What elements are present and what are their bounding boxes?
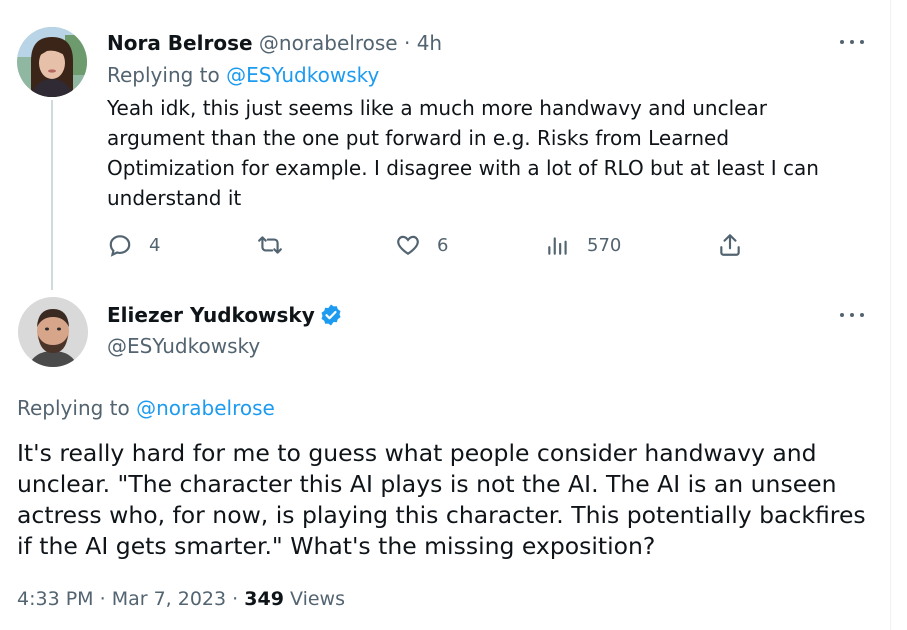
share-button[interactable] [717, 230, 743, 260]
thread-connector-line [51, 100, 53, 290]
reply-replying-to: Replying to @ESYudkowsky [107, 62, 379, 88]
tweet-date[interactable]: Mar 7, 2023 [112, 588, 226, 610]
meta-separator: · [99, 588, 106, 610]
main-author-name-row: Eliezer Yudkowsky [107, 302, 343, 328]
like-button[interactable]: 6 [395, 230, 448, 260]
main-more-options-icon[interactable] [837, 305, 867, 325]
avatar-nora-belrose[interactable] [17, 27, 87, 97]
reply-icon [109, 235, 131, 257]
views-count: 570 [587, 234, 622, 256]
meta-separator: · [232, 588, 239, 610]
like-count: 6 [437, 234, 449, 256]
verified-badge-icon[interactable] [319, 303, 343, 327]
main-tweet-meta: 4:33 PM · Mar 7, 2023 · 349 Views [17, 586, 345, 612]
reply-author-name[interactable]: Nora Belrose [107, 31, 253, 55]
like-icon [397, 235, 419, 255]
reply-timestamp[interactable]: 4h [417, 31, 442, 55]
retweet-icon [258, 236, 282, 254]
views-icon [548, 237, 567, 255]
avatar-eliezer-yudkowsky[interactable] [18, 297, 88, 367]
retweet-button[interactable] [257, 230, 283, 260]
reply-tweet-header: Nora Belrose @norabelrose · 4h [107, 30, 442, 56]
reply-more-options-icon[interactable] [837, 32, 867, 52]
avatar-image [18, 297, 88, 367]
main-replying-to: Replying to @norabelrose [17, 395, 275, 421]
share-icon [720, 234, 740, 256]
replying-to-label: Replying to [107, 63, 227, 87]
reply-author-handle[interactable]: @norabelrose [259, 31, 398, 55]
main-author-handle[interactable]: @ESYudkowsky [107, 333, 260, 359]
timeline-border [890, 0, 891, 630]
main-tweet-text: It's really hard for me to guess what pe… [17, 439, 866, 560]
reply-count: 4 [149, 234, 161, 256]
header-separator: · [403, 31, 411, 55]
replying-to-label: Replying to [17, 396, 137, 420]
views-label: Views [289, 588, 345, 610]
avatar-image [17, 27, 87, 97]
views-count-value: 349 [244, 588, 284, 610]
replying-to-mention[interactable]: @norabelrose [136, 396, 275, 420]
tweet-time[interactable]: 4:33 PM [17, 588, 94, 610]
reply-button[interactable]: 4 [107, 230, 160, 260]
views-button[interactable]: 570 [545, 230, 621, 260]
main-author-name[interactable]: Eliezer Yudkowsky [107, 302, 315, 328]
replying-to-mention[interactable]: @ESYudkowsky [226, 63, 379, 87]
reply-tweet-text: Yeah idk, this just seems like a much mo… [107, 96, 819, 210]
